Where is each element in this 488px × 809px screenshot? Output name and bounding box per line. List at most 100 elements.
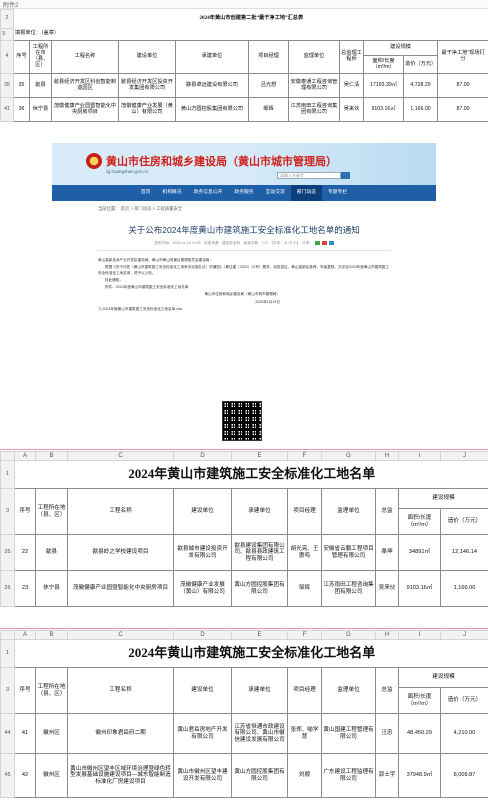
sheet-tab[interactable]: 附件2 <box>0 0 488 9</box>
col-header[interactable]: J <box>440 451 488 461</box>
nav-gov-services[interactable]: 政务服务 <box>228 185 259 201</box>
col-header[interactable]: B <box>35 630 68 640</box>
col-header[interactable]: C <box>67 630 174 640</box>
col-header[interactable]: F <box>287 630 322 640</box>
cell-contractor[interactable]: 歙县建设集团有限公司、歙县县政建筑工程有限公司 <box>231 534 288 571</box>
cell-seq[interactable]: 35 <box>13 73 30 98</box>
col-header[interactable]: E <box>231 451 288 461</box>
col-header[interactable]: D <box>173 630 232 640</box>
nav-gov-info[interactable]: 政务信息公开 <box>188 185 229 201</box>
cell-chief[interactable]: 桑坤 <box>375 534 399 571</box>
attachment-link-text[interactable]: 2024年度黄山市建筑施工安全标准化工地名单.xlsx <box>102 307 182 311</box>
cell-area[interactable]: 37948.9㎡ <box>398 753 441 798</box>
cell-builder[interactable]: 茂徽健康产业发展（黄山）有限公司 <box>118 97 176 122</box>
cell-county[interactable]: 徽州区 <box>35 713 68 754</box>
col-header[interactable]: B <box>35 451 68 461</box>
cell-county[interactable]: 歙县 <box>29 73 52 98</box>
cell-project[interactable]: 歙县岭之学校建设项目 <box>67 534 174 571</box>
col-header[interactable]: G <box>321 451 376 461</box>
search-button[interactable] <box>341 172 350 179</box>
cell-chief[interactable]: 吴来伙 <box>339 97 364 122</box>
cell-supervisor[interactable]: 广东建设工程监理有限公司 <box>321 753 376 798</box>
cell-pm[interactable]: 张郑、喻学慧 <box>287 713 322 754</box>
cell-cost[interactable]: 1,166.00 <box>440 570 488 607</box>
table-row[interactable]: 35 35 歙县 歙县经济开发区科创智能制造园区 歙县经济开发区投资开发集团有限… <box>0 73 488 98</box>
nav-department-news[interactable]: 部门动态 <box>290 185 322 201</box>
cell-area[interactable]: 48,450.29 <box>398 713 441 754</box>
col-header[interactable]: I <box>398 451 441 461</box>
cell-area[interactable]: 34891㎡ <box>398 534 441 571</box>
col-header[interactable]: H <box>375 451 399 461</box>
table-row[interactable]: 41 36 休宁县 茂徽健康产业园暨智能化中央厨房项目 茂徽健康产业发展（黄山）… <box>0 97 488 122</box>
cell-contractor[interactable]: 黄山方圆控股集团有限公司 <box>231 570 288 607</box>
cell-builder[interactable]: 歙县经济开发区投资开发集团有限公司 <box>118 73 176 98</box>
cell-county[interactable]: 歙县 <box>35 534 68 571</box>
cell-cost[interactable]: 12,146.14 <box>440 534 488 571</box>
attachment-link[interactable]: 📎2024年度黄山市建筑施工安全标准化工地名单.xlsx <box>98 307 390 312</box>
cell-supervisor[interactable]: 江苏雨田工程咨询集团有限公司 <box>288 97 340 122</box>
table-row[interactable]: 44 41 徽州区 徽州印象君岳府二期 黄山君岳房地产开发有限公司 江苏省恒通市… <box>0 713 488 754</box>
cell-supervisor[interactable]: 江苏雨田工程咨询集团有限公司 <box>321 570 376 607</box>
cell-pm[interactable]: 吕光想 <box>248 73 289 98</box>
cell-pm[interactable]: 胡光亮、王惠鸣 <box>287 534 322 571</box>
cell-builder[interactable]: 茂徽健康产业发展（黄山）有限公司 <box>173 570 232 607</box>
cell-area[interactable]: 9103.16㎡ <box>398 570 441 607</box>
wechat-share-icon[interactable] <box>314 241 320 246</box>
cell-pm[interactable]: 邹辉 <box>248 97 289 122</box>
table-row[interactable]: 45 42 徽州区 黄山市徽州区望丰区域环境治理暨绿色转型发展基础设施建设项目—… <box>0 753 488 798</box>
cell-contractor[interactable]: 黄山方圆控股集团有限公司 <box>175 97 249 122</box>
cell-county[interactable]: 徽州区 <box>35 753 68 798</box>
nav-interaction[interactable]: 互动交流 <box>260 185 291 201</box>
col-header[interactable]: A <box>14 451 36 461</box>
search-input[interactable]: 请输入关键字 <box>277 172 341 179</box>
site-title[interactable]: 黄山市住房和城乡建设局（黄山市城市管理局） <box>106 153 337 169</box>
cell-seq[interactable]: 22 <box>14 534 36 571</box>
cell-county[interactable]: 休宁县 <box>29 97 52 122</box>
qzone-share-icon[interactable] <box>328 241 334 246</box>
cell-area[interactable]: 17193.39㎡ <box>363 73 404 98</box>
col-header[interactable]: H <box>375 630 399 640</box>
cell-seq[interactable]: 36 <box>13 97 30 122</box>
cell-pm[interactable]: 刘顺 <box>287 753 322 798</box>
table-row[interactable]: 26 23 休宁县 茂徽健康产业园暨智能化中央厨房项目 茂徽健康产业发展（黄山）… <box>0 570 488 607</box>
cell-cost[interactable]: 1,166.00 <box>403 97 438 122</box>
cell-area[interactable]: 9103.16㎡ <box>363 97 404 122</box>
cell-seq[interactable]: 42 <box>14 753 36 798</box>
cell-seq[interactable]: 41 <box>14 713 36 754</box>
col-header[interactable]: C <box>67 451 174 461</box>
cell-builder[interactable]: 歙县城市建设投资开发有限公司 <box>173 534 232 571</box>
cell-pm[interactable]: 邹辉 <box>287 570 322 607</box>
cell-contractor[interactable]: 江苏省恒通市政建设有限公司、黄山市徽信建设发展有限公司 <box>231 713 288 754</box>
cell-project[interactable]: 徽州印象君岳府二期 <box>67 713 174 754</box>
cell-score[interactable]: 87.00 <box>436 73 488 98</box>
cell-builder[interactable]: 黄山市徽州区望丰建设开发有限公司 <box>173 753 232 798</box>
cell-chief[interactable]: 吴来伙 <box>375 570 399 607</box>
cell-project[interactable]: 黄山市徽州区望丰区域环境治理暨绿色转型发展基础设施建设项目—城东智能制造标准化厂… <box>67 753 174 798</box>
cell-project[interactable]: 茂徽健康产业园暨智能化中央厨房项目 <box>67 570 174 607</box>
cell-supervisor[interactable]: 黄山国建工程管理有限公司 <box>321 713 376 754</box>
cell-contractor[interactable]: 黟县卓远建设有限公司 <box>175 73 249 98</box>
cell-cost[interactable]: 4,728.29 <box>403 73 438 98</box>
col-header[interactable]: E <box>231 630 288 640</box>
col-header[interactable]: J <box>440 630 488 640</box>
col-header[interactable]: G <box>321 630 376 640</box>
col-header[interactable]: A <box>14 630 36 640</box>
cell-chief[interactable]: 汪忠 <box>375 713 399 754</box>
col-header[interactable]: F <box>287 451 322 461</box>
table-row[interactable]: 25 22 歙县 歙县岭之学校建设项目 歙县城市建设投资开发有限公司 歙县建设集… <box>0 534 488 571</box>
col-header[interactable]: D <box>173 451 232 461</box>
cell-project[interactable]: 茂徽健康产业园暨智能化中央厨房项目 <box>51 97 119 122</box>
cell-cost[interactable]: 8,009.87 <box>440 753 488 798</box>
breadcrumb[interactable]: 当前位置： 首页 > 部门动态 > 工程质量安全 <box>52 201 436 212</box>
cell-seq[interactable]: 23 <box>14 570 36 607</box>
nav-organization[interactable]: 机构概况 <box>156 185 187 201</box>
cell-score[interactable]: 87.00 <box>436 97 488 122</box>
nav-special-topics[interactable]: 专题专栏 <box>322 185 353 201</box>
cell-chief[interactable]: 吴仁清 <box>339 73 364 98</box>
cell-supervisor[interactable]: 安徽泰通工程咨询管理有限公司 <box>288 73 340 98</box>
cell-cost[interactable]: 4,210.00 <box>440 713 488 754</box>
nav-home[interactable]: 首页 <box>135 185 157 201</box>
cell-county[interactable]: 休宁县 <box>35 570 68 607</box>
col-header[interactable]: I <box>398 630 441 640</box>
cell-project[interactable]: 歙县经济开发区科创智能制造园区 <box>51 73 119 98</box>
